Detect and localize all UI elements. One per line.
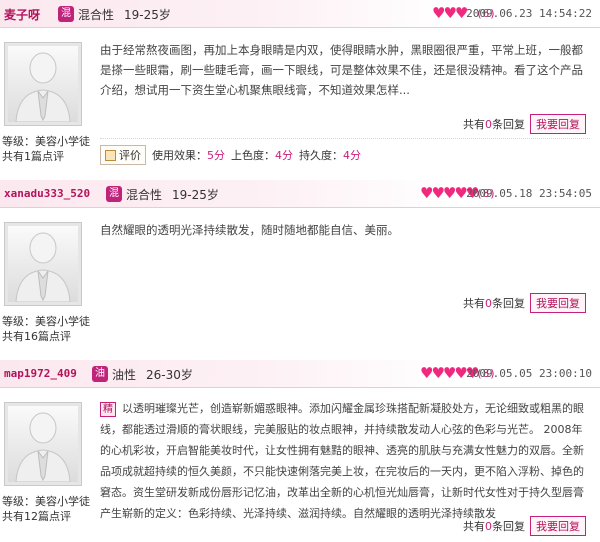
age-label: 19-25岁 xyxy=(172,188,219,202)
review-header: 麦子呀 混 混合性 19-25岁 ♥♥♥ (6) 2009.06.23 14:5… xyxy=(0,0,600,28)
review-time: 2009.05.18 23:54:05 xyxy=(466,187,592,200)
user-placeholder-icon xyxy=(15,232,71,302)
username-link[interactable]: 麦子呀 xyxy=(4,6,40,23)
user-meta: 等级：美容小学徒 共有1篇点评 xyxy=(2,134,90,164)
reply-row: 共有 0 条回复 我要回复 xyxy=(463,516,586,536)
reply-button[interactable]: 我要回复 xyxy=(530,114,586,134)
age-label: 26-30岁 xyxy=(146,368,193,382)
user-placeholder-icon xyxy=(15,412,71,482)
reply-prefix: 共有 xyxy=(463,118,485,131)
review-header: xanadu333_520 混 混合性 19-25岁 ♥♥♥♥♥ (8) 200… xyxy=(0,180,600,208)
rating-button[interactable]: 评价 xyxy=(100,145,146,165)
rating-button-label: 评价 xyxy=(119,149,141,162)
note-icon xyxy=(105,149,116,161)
rating-effect-value: 5分 xyxy=(207,149,225,162)
skin-type-label: 油性 xyxy=(112,368,137,382)
review-content-text: 以透明璀璨光芒，创造崭新媚惑眼神。添加闪耀金属珍珠搭配新凝胶处方，无论细致或粗黑… xyxy=(100,402,584,520)
reply-suffix: 条回复 xyxy=(492,297,525,310)
rating-color-label: 上色度： xyxy=(231,149,275,162)
reply-count: 0 xyxy=(485,519,492,533)
reply-prefix: 共有 xyxy=(463,297,485,310)
review-item: map1972_409 油 油性 26-30岁 ♥♥♥♥♥ (8) 2009.0… xyxy=(0,360,600,542)
review-item: xanadu333_520 混 混合性 19-25岁 ♥♥♥♥♥ (8) 200… xyxy=(0,180,600,350)
skin-type-icon: 油 xyxy=(92,366,108,382)
skin-type-icon: 混 xyxy=(58,6,74,22)
user-review-count: 共有1篇点评 xyxy=(2,150,64,163)
user-review-count: 共有12篇点评 xyxy=(2,510,71,523)
reply-count: 0 xyxy=(485,117,492,131)
rating-last-label: 持久度： xyxy=(299,149,343,162)
rating-row: 评价 使用效果： 5分 上色度： 4分 持久度： 4分 xyxy=(100,145,367,165)
username-link[interactable]: map1972_409 xyxy=(4,367,77,380)
reply-prefix: 共有 xyxy=(463,520,485,533)
rating-last-value: 4分 xyxy=(343,149,361,162)
user-meta: 等级：美容小学徒 共有12篇点评 xyxy=(2,494,90,524)
user-level: 等级：美容小学徒 xyxy=(2,495,90,508)
reply-row: 共有 0 条回复 我要回复 xyxy=(463,114,586,134)
username-link[interactable]: xanadu333_520 xyxy=(4,187,90,200)
avatar[interactable] xyxy=(4,402,82,486)
review-item: 麦子呀 混 混合性 19-25岁 ♥♥♥ (6) 2009.06.23 14:5… xyxy=(0,0,600,176)
reply-suffix: 条回复 xyxy=(492,118,525,131)
review-content: 自然耀眼的透明光泽持续散发，随时随地都能自信、美丽。 xyxy=(100,223,399,237)
user-level: 等级：美容小学徒 xyxy=(2,135,90,148)
user-meta: 等级：美容小学徒 共有16篇点评 xyxy=(2,314,90,344)
avatar[interactable] xyxy=(4,42,82,126)
review-content: 精以透明璀璨光芒，创造崭新媚惑眼神。添加闪耀金属珍珠搭配新凝胶处方，无论细致或粗… xyxy=(100,398,590,524)
reply-count: 0 xyxy=(485,296,492,310)
reply-button[interactable]: 我要回复 xyxy=(530,516,586,536)
user-review-count: 共有16篇点评 xyxy=(2,330,71,343)
avatar[interactable] xyxy=(4,222,82,306)
reply-row: 共有 0 条回复 我要回复 xyxy=(463,293,586,313)
divider xyxy=(100,138,590,139)
review-header: map1972_409 油 油性 26-30岁 ♥♥♥♥♥ (8) 2009.0… xyxy=(0,360,600,388)
rating-color-value: 4分 xyxy=(275,149,293,162)
review-content: 由于经常熬夜画图，再加上本身眼睛是内双，使得眼睛水肿，黑眼圈很严重，平常上班，一… xyxy=(100,43,583,97)
rating-effect-label: 使用效果： xyxy=(152,149,207,162)
user-level: 等级：美容小学徒 xyxy=(2,315,90,328)
age-label: 19-25岁 xyxy=(124,8,171,22)
reply-suffix: 条回复 xyxy=(492,520,525,533)
user-placeholder-icon xyxy=(15,52,71,122)
featured-tag: 精 xyxy=(100,402,116,417)
skin-type-icon: 混 xyxy=(106,186,122,202)
skin-type-label: 混合性 xyxy=(126,188,163,202)
review-time: 2009.05.05 23:00:10 xyxy=(466,367,592,380)
skin-type-label: 混合性 xyxy=(78,8,115,22)
reply-button[interactable]: 我要回复 xyxy=(530,293,586,313)
rating-hearts: ♥♥♥ xyxy=(432,4,468,22)
review-time: 2009.06.23 14:54:22 xyxy=(466,7,592,20)
